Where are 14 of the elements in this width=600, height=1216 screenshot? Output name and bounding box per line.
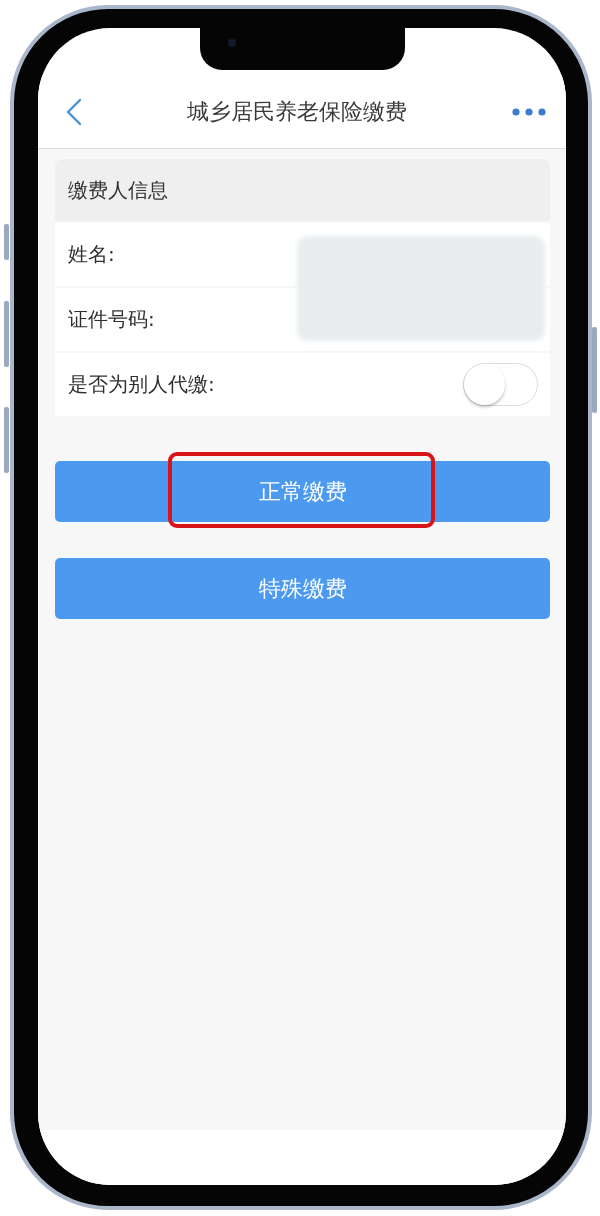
field-label: 姓名: [68, 241, 115, 268]
toggle-switch[interactable] [463, 363, 538, 406]
side-key-drawing [4, 301, 9, 367]
side-key-drawing [4, 407, 9, 473]
field-label: 证件号码: [68, 306, 155, 333]
back-icon[interactable] [66, 97, 82, 126]
payment-button[interactable]: 特殊缴费 [55, 558, 550, 619]
camera-icon [228, 39, 236, 47]
page-title: 城乡居民养老保险缴费 [187, 97, 407, 126]
more-icon[interactable] [512, 107, 546, 116]
field-label: 是否为别人代缴: [68, 371, 215, 398]
section-header: 缴费人信息 [55, 159, 550, 221]
payment-button[interactable]: 正常缴费 [55, 461, 550, 522]
side-key-drawing [4, 224, 9, 260]
